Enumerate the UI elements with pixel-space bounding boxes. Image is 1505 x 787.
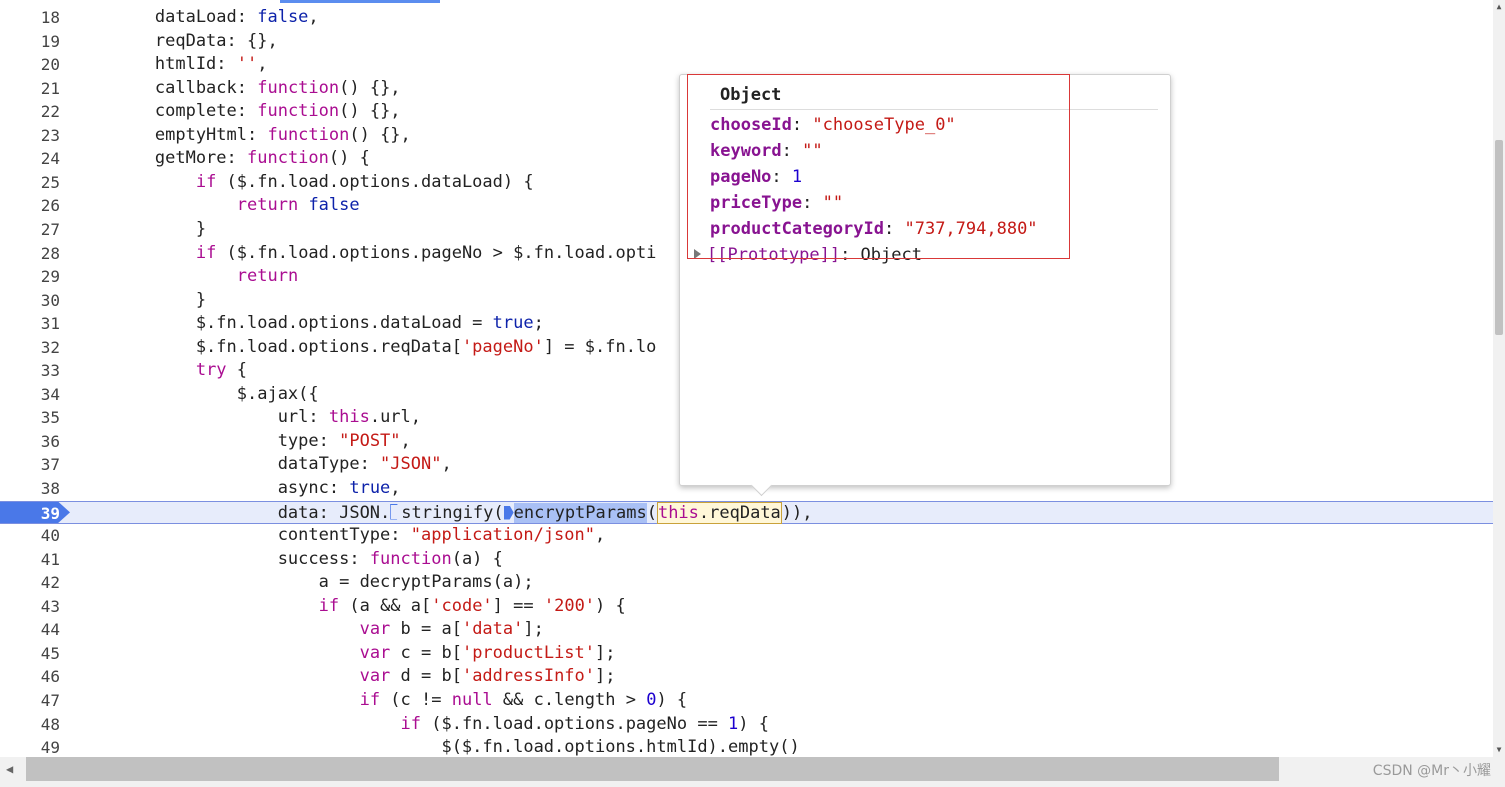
- code-text: $.ajax({: [73, 383, 319, 404]
- code-line[interactable]: 45 var c = b['productList'];: [0, 642, 1493, 666]
- line-number[interactable]: 35: [0, 406, 60, 430]
- code-text: reqData: {},: [73, 30, 278, 51]
- line-number[interactable]: 33: [0, 359, 60, 383]
- code-text: dataLoad: false,: [73, 7, 319, 27]
- line-number[interactable]: 25: [0, 171, 60, 195]
- line-number[interactable]: 48: [0, 713, 60, 737]
- prototype-property[interactable]: [[Prototype]]: Object: [694, 245, 922, 265]
- vertical-scroll-thumb[interactable]: [1495, 140, 1503, 335]
- code-text: getMore: function() {: [73, 148, 370, 169]
- code-text: var d = b['addressInfo'];: [359, 666, 616, 687]
- code-text: $.fn.load.options.reqData['pageNo'] = $.…: [73, 336, 657, 357]
- watermark: CSDN @Mr丶小耀: [1372, 763, 1491, 779]
- code-text: }: [73, 218, 207, 239]
- code-line[interactable]: 19 reqData: {},: [0, 30, 1493, 54]
- line-number[interactable]: 45: [0, 642, 60, 666]
- code-line[interactable]: 18 dataLoad: false,: [0, 6, 1493, 30]
- line-number[interactable]: 49: [0, 736, 60, 757]
- line-number[interactable]: 31: [0, 312, 60, 336]
- line-number[interactable]: 30: [0, 289, 60, 313]
- object-property[interactable]: productCategoryId: "737,794,880": [710, 219, 1038, 239]
- line-number[interactable]: 43: [0, 595, 60, 619]
- code-line[interactable]: 44 var b = a['data'];: [0, 618, 1493, 642]
- code-line[interactable]: 47 if (c != null && c.length > 0) {: [0, 689, 1493, 713]
- code-line[interactable]: 42 a = decryptParams(a);: [0, 571, 1493, 595]
- horizontal-scrollbar[interactable]: ◀ CSDN @Mr丶小耀: [0, 757, 1505, 787]
- code-line[interactable]: 39 data: JSON. stringify(encryptParams(th…: [0, 500, 1493, 525]
- code-text: var b = a['data'];: [359, 619, 544, 640]
- code-text: async: true,: [73, 478, 401, 498]
- scroll-left-icon[interactable]: ◀: [6, 762, 13, 776]
- popover-divider: [710, 109, 1158, 110]
- code-text: try {: [195, 360, 248, 381]
- code-line[interactable]: 46 var d = b['addressInfo'];: [0, 665, 1493, 689]
- line-number[interactable]: 29: [0, 265, 60, 289]
- line-number[interactable]: 39: [0, 502, 60, 524]
- line-number[interactable]: 22: [0, 100, 60, 124]
- code-text: dataType: "JSON",: [73, 454, 452, 475]
- code-text: success: function(a) {: [73, 548, 503, 569]
- code-text: if (c != null && c.length > 0) {: [359, 689, 688, 710]
- vertical-scrollbar[interactable]: ▲ ▼: [1493, 0, 1505, 757]
- inline-breakpoint-active-icon[interactable]: [503, 505, 514, 520]
- line-number[interactable]: 18: [0, 6, 60, 30]
- line-number[interactable]: 32: [0, 336, 60, 360]
- line-number[interactable]: 21: [0, 77, 60, 101]
- code-text: a = decryptParams(a);: [73, 572, 534, 593]
- line-number[interactable]: 20: [0, 53, 60, 77]
- code-text: emptyHtml: function() {},: [73, 124, 411, 145]
- line-number[interactable]: 44: [0, 618, 60, 642]
- object-property[interactable]: keyword: "": [710, 141, 823, 161]
- line-number[interactable]: 27: [0, 218, 60, 242]
- code-text: $.fn.load.options.dataLoad = true;: [73, 313, 544, 334]
- line-number[interactable]: 26: [0, 194, 60, 218]
- line-number[interactable]: 40: [0, 524, 60, 548]
- code-text: if ($.fn.load.options.dataLoad) {: [195, 171, 534, 192]
- code-text: type: "POST",: [73, 430, 411, 451]
- line-number[interactable]: 34: [0, 383, 60, 407]
- code-line[interactable]: 48 if ($.fn.load.options.pageNo == 1) {: [0, 713, 1493, 737]
- code-text: url: this.url,: [73, 407, 422, 428]
- line-number[interactable]: 23: [0, 124, 60, 148]
- code-line[interactable]: 49 $($.fn.load.options.htmlId).empty(): [0, 736, 1493, 757]
- expand-triangle-icon[interactable]: [694, 249, 701, 259]
- inline-breakpoint-icon[interactable]: [390, 503, 402, 520]
- code-text: return: [236, 266, 299, 287]
- scroll-up-icon[interactable]: ▲: [1494, 2, 1504, 12]
- active-tab-indicator: [280, 0, 440, 3]
- code-text: $($.fn.load.options.htmlId).empty(): [73, 737, 800, 757]
- object-property[interactable]: pageNo: 1: [710, 167, 802, 187]
- code-text: return false: [236, 195, 360, 216]
- code-text: complete: function() {},: [73, 101, 401, 122]
- code-line[interactable]: 43 if (a && a['code'] == '200') {: [0, 595, 1493, 619]
- code-text: contentType: "application/json",: [73, 525, 606, 546]
- code-line[interactable]: 40 contentType: "application/json",: [0, 524, 1493, 548]
- code-text: data: JSON. stringify(encryptParams(this.…: [73, 501, 813, 524]
- code-text: }: [73, 289, 207, 310]
- code-text: if ($.fn.load.options.pageNo > $.fn.load…: [195, 242, 657, 263]
- line-number[interactable]: 47: [0, 689, 60, 713]
- line-number[interactable]: 19: [0, 30, 60, 54]
- code-text: callback: function() {},: [73, 77, 401, 98]
- object-preview-popover: Object chooseId: "chooseType_0" keyword: …: [679, 74, 1171, 497]
- line-number[interactable]: 24: [0, 147, 60, 171]
- code-line[interactable]: 41 success: function(a) {: [0, 548, 1493, 572]
- line-number[interactable]: 28: [0, 242, 60, 266]
- line-number[interactable]: 46: [0, 665, 60, 689]
- line-number[interactable]: 41: [0, 548, 60, 572]
- popover-title: Object: [720, 85, 782, 105]
- scroll-down-icon[interactable]: ▼: [1494, 745, 1504, 755]
- object-property[interactable]: chooseId: "chooseType_0": [710, 115, 956, 135]
- code-text: htmlId: '',: [73, 54, 268, 75]
- horizontal-scroll-thumb[interactable]: [26, 757, 1279, 781]
- code-text: var c = b['productList'];: [359, 642, 616, 663]
- code-text: if ($.fn.load.options.pageNo == 1) {: [400, 713, 770, 734]
- code-text: if (a && a['code'] == '200') {: [318, 595, 626, 616]
- line-number[interactable]: 42: [0, 571, 60, 595]
- line-number[interactable]: 38: [0, 477, 60, 501]
- object-property[interactable]: priceType: "": [710, 193, 843, 213]
- line-number[interactable]: 36: [0, 430, 60, 454]
- line-number[interactable]: 37: [0, 453, 60, 477]
